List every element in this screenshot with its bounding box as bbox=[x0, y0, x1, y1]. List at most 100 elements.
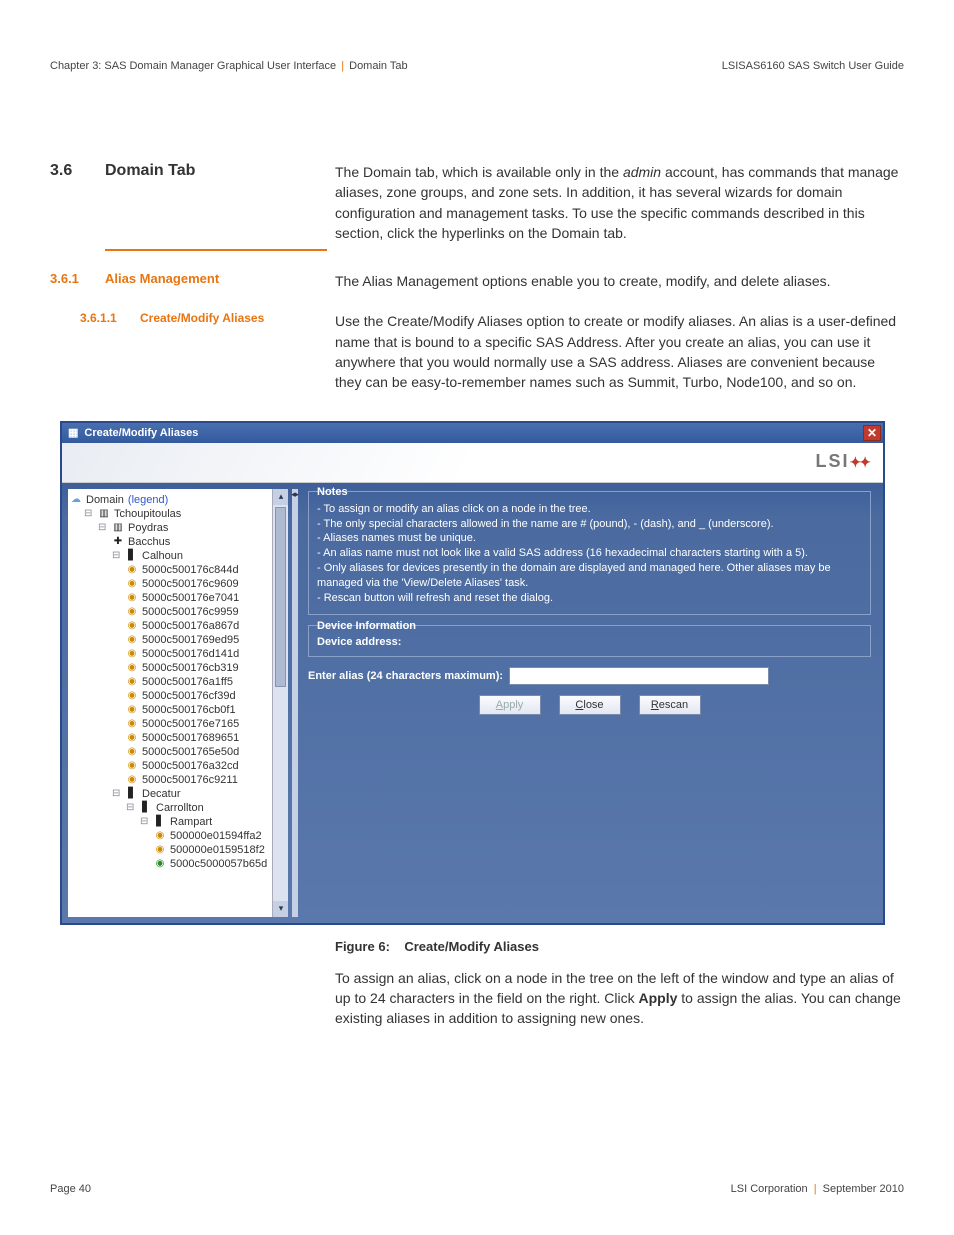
tree-device[interactable]: ◉5000c500176e7165 bbox=[126, 717, 286, 731]
footer-right-b: September 2010 bbox=[823, 1183, 904, 1195]
page-footer: Page 40 LSI Corporation | September 2010 bbox=[50, 1183, 904, 1195]
target-icon: ◉ bbox=[126, 662, 138, 673]
tree-node[interactable]: Calhoun bbox=[142, 550, 183, 562]
tree-device[interactable]: ◉5000c5001769ed95 bbox=[126, 633, 286, 647]
toggle-icon[interactable]: ⊟ bbox=[84, 508, 94, 519]
tree-device[interactable]: ◉5000c500176cb0f1 bbox=[126, 703, 286, 717]
splitter[interactable] bbox=[292, 489, 298, 917]
tree-device[interactable]: ◉5000c5000057b65d bbox=[154, 857, 286, 871]
tree-device[interactable]: ◉5000c500176cb319 bbox=[126, 661, 286, 675]
tree-device[interactable]: ◉5000c5001765e50d bbox=[126, 745, 286, 759]
screenshot-window: ▦ Create/Modify Aliases ✕ LSI✦✦ ☁ Domain… bbox=[60, 421, 885, 925]
notes-legend: Notes bbox=[317, 486, 862, 498]
section-number: 3.6 bbox=[50, 162, 105, 180]
header-left-a: Chapter 3: SAS Domain Manager Graphical … bbox=[50, 60, 336, 72]
target-icon: ◉ bbox=[126, 676, 138, 687]
branding-banner: LSI✦✦ bbox=[62, 443, 883, 483]
close-button-dialog[interactable]: Close bbox=[559, 695, 621, 715]
notes-line: - Aliases names must be unique. bbox=[317, 531, 862, 546]
server-icon: ▋ bbox=[126, 550, 138, 561]
tree-device[interactable]: ◉5000c500176c9959 bbox=[126, 605, 286, 619]
tree-device[interactable]: ◉5000c500176e7041 bbox=[126, 591, 286, 605]
target-icon: ◉ bbox=[126, 774, 138, 785]
section-rule bbox=[105, 249, 327, 251]
tree-device[interactable]: ◉5000c500176c9211 bbox=[126, 773, 286, 787]
section-body: The Domain tab, which is available only … bbox=[335, 162, 904, 243]
tree-root[interactable]: Domain bbox=[86, 494, 124, 506]
notes-line: - To assign or modify an alias click on … bbox=[317, 502, 862, 517]
target-icon: ◉ bbox=[126, 592, 138, 603]
body-paragraph: To assign an alias, click on a node in t… bbox=[335, 968, 904, 1029]
notes-line: - Only aliases for devices presently in … bbox=[317, 561, 862, 591]
target-icon: ◉ bbox=[126, 732, 138, 743]
target-icon: ◉ bbox=[126, 578, 138, 589]
server-icon: ▋ bbox=[140, 802, 152, 813]
section-title: Domain Tab bbox=[105, 162, 335, 180]
alias-label: Enter alias (24 characters maximum): bbox=[308, 670, 503, 682]
cloud-icon: ☁ bbox=[70, 494, 82, 505]
toggle-icon[interactable]: ⊟ bbox=[126, 802, 136, 813]
toggle-icon[interactable]: ⊟ bbox=[112, 788, 122, 799]
tree-node[interactable]: Poydras bbox=[128, 522, 168, 534]
notes-line: - The only special characters allowed in… bbox=[317, 517, 862, 532]
scroll-down-button[interactable]: ▾ bbox=[273, 901, 288, 917]
close-button[interactable]: ✕ bbox=[863, 425, 881, 441]
notes-line: - An alias name must not look like a val… bbox=[317, 546, 862, 561]
header-left-b: Domain Tab bbox=[349, 60, 408, 72]
tree-legend-link[interactable]: (legend) bbox=[128, 494, 168, 506]
tree-node[interactable]: Carrollton bbox=[156, 802, 204, 814]
alias-input[interactable] bbox=[509, 667, 769, 685]
target-icon: ◉ bbox=[126, 746, 138, 757]
tree-node[interactable]: Rampart bbox=[170, 816, 212, 828]
toggle-icon[interactable]: ⊟ bbox=[140, 816, 150, 827]
notes-fieldset: Notes - To assign or modify an alias cli… bbox=[308, 491, 871, 615]
footer-divider: | bbox=[814, 1183, 817, 1195]
tree-device[interactable]: ◉5000c500176a867d bbox=[126, 619, 286, 633]
tree-device[interactable]: ◉5000c500176c9609 bbox=[126, 577, 286, 591]
target-icon: ◉ bbox=[126, 564, 138, 575]
apply-button[interactable]: Apply bbox=[479, 695, 541, 715]
header-right: LSISAS6160 SAS Switch User Guide bbox=[722, 60, 904, 72]
tree-device[interactable]: ◉5000c500176a1ff5 bbox=[126, 675, 286, 689]
rack-icon: ▥ bbox=[112, 522, 124, 533]
tree-device[interactable]: ◉500000e01594ffa2 bbox=[154, 829, 286, 843]
right-panel: Notes - To assign or modify an alias cli… bbox=[302, 489, 877, 917]
tree-device[interactable]: ◉5000c500176a32cd bbox=[126, 759, 286, 773]
tree-scrollbar[interactable]: ▴ ▾ bbox=[272, 489, 288, 917]
tree-node[interactable]: Decatur bbox=[142, 788, 181, 800]
toggle-icon[interactable]: ⊟ bbox=[112, 550, 122, 561]
tree-node[interactable]: Tchoupitoulas bbox=[114, 508, 181, 520]
tree-device[interactable]: ◉5000c50017689651 bbox=[126, 731, 286, 745]
device-info-fieldset: Device Information Device address: bbox=[308, 625, 871, 657]
target-icon: ◉ bbox=[154, 844, 166, 855]
device-address-label: Device address: bbox=[317, 636, 862, 648]
rescan-button[interactable]: Rescan bbox=[639, 695, 701, 715]
figure-caption: Figure 6: Create/Modify Aliases bbox=[335, 939, 904, 954]
domain-tree[interactable]: ☁ Domain (legend) ⊟▥Tchoupitoulas ⊟▥Poyd… bbox=[68, 489, 288, 875]
server-icon: ▋ bbox=[126, 788, 138, 799]
target-icon: ◉ bbox=[154, 858, 166, 869]
subsubsection-body: Use the Create/Modify Aliases option to … bbox=[335, 311, 904, 392]
subsection-number: 3.6.1 bbox=[50, 271, 105, 286]
tree-device[interactable]: ◉5000c500176d141d bbox=[126, 647, 286, 661]
tree-node[interactable]: Bacchus bbox=[128, 536, 170, 548]
subsection-body: The Alias Management options enable you … bbox=[335, 271, 904, 291]
notes-line: - Rescan button will refresh and reset t… bbox=[317, 591, 862, 606]
window-title: Create/Modify Aliases bbox=[84, 427, 198, 439]
server-icon: ▋ bbox=[154, 816, 166, 827]
tree-device[interactable]: ◉5000c500176cf39d bbox=[126, 689, 286, 703]
target-icon: ◉ bbox=[126, 620, 138, 631]
window-icon: ▦ bbox=[68, 426, 78, 439]
footer-left: Page 40 bbox=[50, 1183, 91, 1195]
tree-device[interactable]: ◉5000c500176c844d bbox=[126, 563, 286, 577]
domain-tree-panel: ☁ Domain (legend) ⊟▥Tchoupitoulas ⊟▥Poyd… bbox=[68, 489, 288, 917]
tree-device[interactable]: ◉500000e0159518f2 bbox=[154, 843, 286, 857]
footer-right-a: LSI Corporation bbox=[731, 1183, 808, 1195]
device-info-legend: Device Information bbox=[317, 620, 862, 632]
target-icon: ◉ bbox=[126, 718, 138, 729]
scroll-thumb[interactable] bbox=[275, 507, 286, 687]
target-icon: ◉ bbox=[126, 648, 138, 659]
scroll-up-button[interactable]: ▴ bbox=[273, 489, 288, 505]
target-icon: ◉ bbox=[126, 760, 138, 771]
toggle-icon[interactable]: ⊟ bbox=[98, 522, 108, 533]
